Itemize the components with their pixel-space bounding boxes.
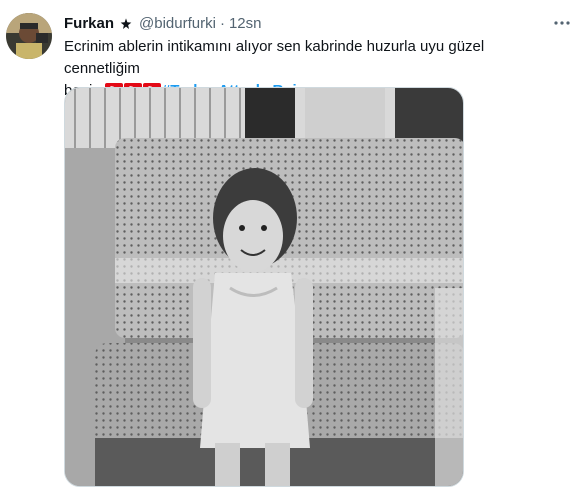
tweet-text-line: Ecrinim ablerin intikamını alıyor sen ka… <box>64 38 485 77</box>
avatar-image <box>6 13 52 59</box>
display-name[interactable]: Furkan <box>64 15 114 32</box>
tweet-header: Furkan @bidurfurki · 12sn <box>64 12 578 34</box>
tweet[interactable]: Furkan @bidurfurki · 12sn Ecrinim ableri… <box>0 0 588 487</box>
avatar[interactable] <box>6 13 52 59</box>
verified-badge-icon <box>120 18 132 29</box>
user-handle[interactable]: @bidurfurki <box>139 15 216 32</box>
photo-of-child-on-bench <box>65 88 463 486</box>
more-options-button[interactable] <box>551 12 573 34</box>
more-options-icon <box>554 21 570 25</box>
separator-dot: · <box>219 14 225 32</box>
tweet-media[interactable] <box>64 87 464 487</box>
timestamp[interactable]: 12sn <box>229 15 262 32</box>
